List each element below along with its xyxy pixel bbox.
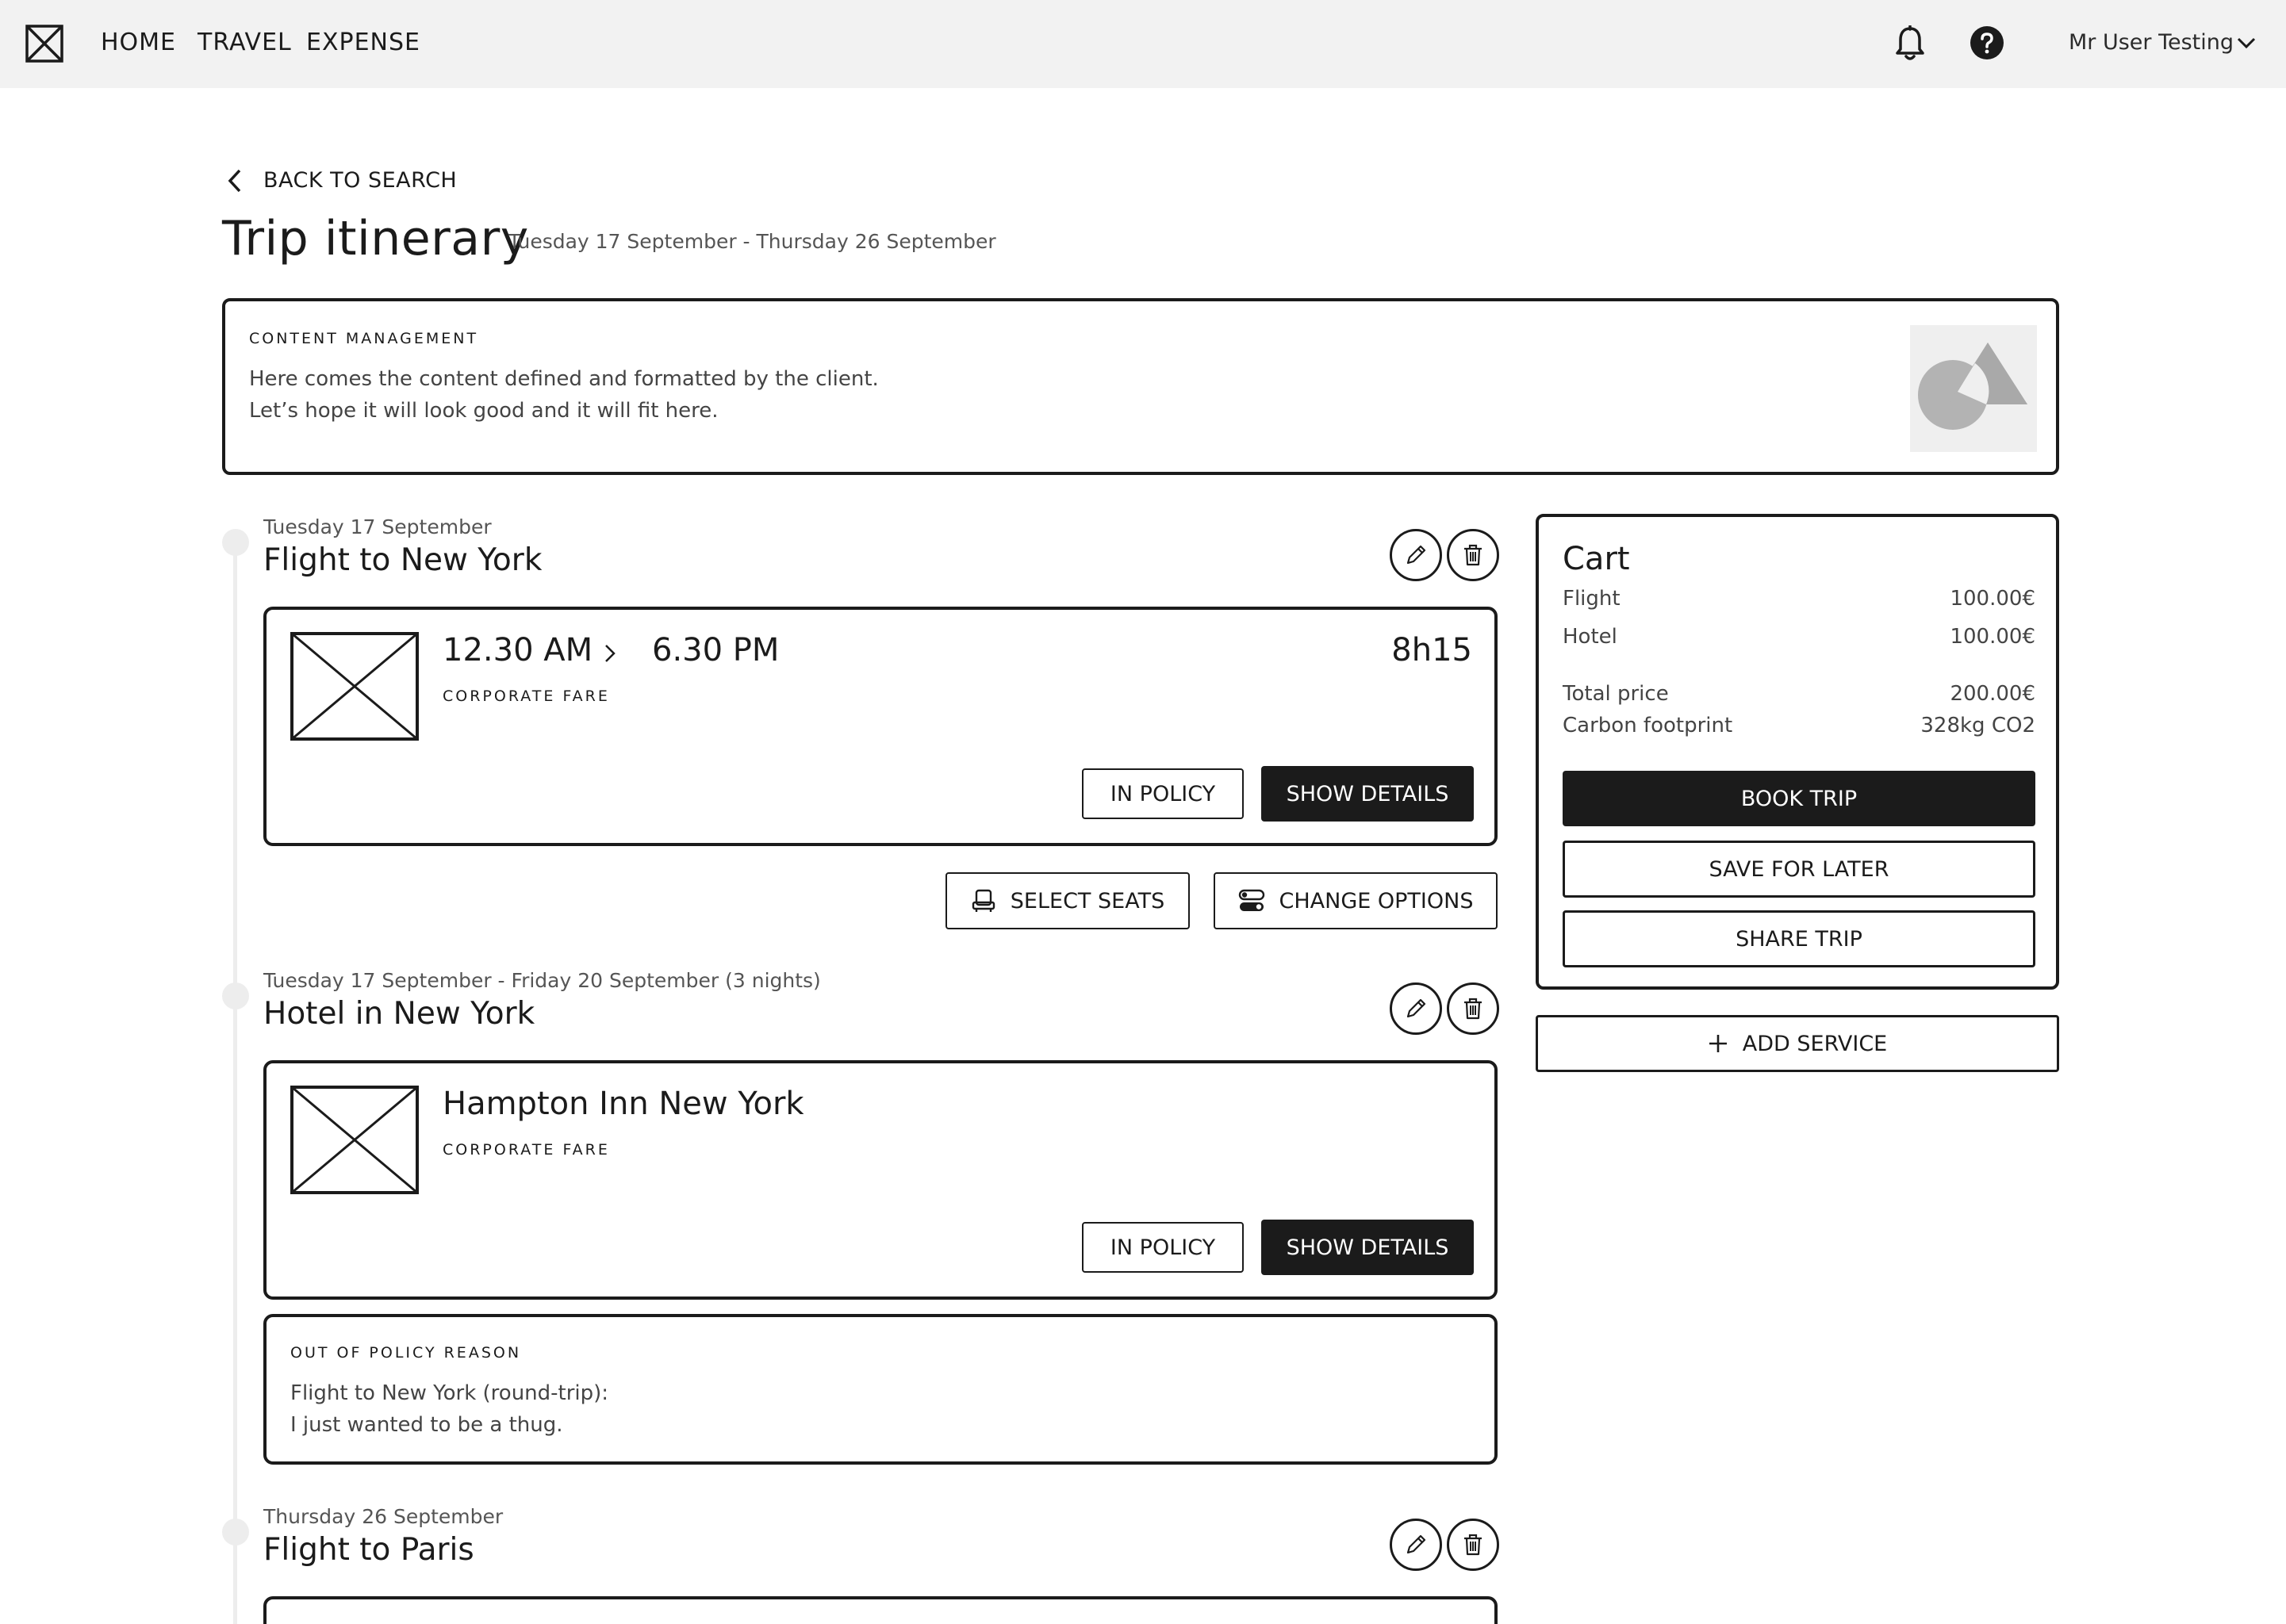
content-management-box: CONTENT MANAGEMENT Here comes the conten…	[222, 298, 2059, 475]
trash-icon	[1464, 998, 1482, 1020]
timeline-line	[233, 542, 237, 1624]
arrival-time: 6.30 PM	[652, 632, 780, 668]
cart-total-label: Total price	[1563, 682, 1669, 706]
segment-title: Flight to New York	[263, 542, 543, 578]
delete-segment-button[interactable]	[1447, 982, 1499, 1035]
flight-duration: 8h15	[1391, 632, 1472, 668]
top-navigation-bar: HOME TRAVEL EXPENSE Mr User Testing	[0, 0, 2286, 88]
bell-icon[interactable]	[1894, 25, 1926, 62]
logo-icon[interactable]	[25, 25, 63, 63]
segment-date: Tuesday 17 September - Friday 20 Septemb…	[263, 969, 821, 992]
delete-segment-button[interactable]	[1447, 529, 1499, 581]
nav-home[interactable]: HOME	[101, 29, 176, 56]
segment-title: Flight to Paris	[263, 1532, 474, 1568]
cart-line-price: 100.00€	[1950, 625, 2035, 649]
in-policy-badge[interactable]: IN POLICY	[1082, 1222, 1244, 1273]
chevron-right-icon	[605, 645, 616, 662]
seat-icon	[972, 889, 995, 912]
cart-carbon-value: 328kg CO2	[1920, 714, 2035, 737]
add-service-label: ADD SERVICE	[1742, 1031, 1888, 1056]
share-trip-button[interactable]: SHARE TRIP	[1563, 910, 2035, 967]
cart-carbon-label: Carbon footprint	[1563, 714, 1733, 737]
back-to-search-label: BACK TO SEARCH	[263, 168, 458, 193]
show-details-button[interactable]: SHOW DETAILS	[1261, 766, 1474, 822]
trip-dates: Tuesday 17 September - Thursday 26 Septe…	[508, 230, 996, 253]
nav-expense[interactable]: EXPENSE	[306, 29, 420, 56]
edit-segment-button[interactable]	[1390, 982, 1442, 1035]
flight-card	[263, 1596, 1498, 1624]
fare-type: CORPORATE FARE	[443, 1141, 610, 1159]
save-for-later-button[interactable]: SAVE FOR LATER	[1563, 841, 2035, 898]
in-policy-badge[interactable]: IN POLICY	[1082, 768, 1244, 819]
cart-title: Cart	[1563, 541, 1630, 577]
cart-line-label: Flight	[1563, 587, 1621, 611]
out-of-policy-line: I just wanted to be a thug.	[290, 1413, 563, 1437]
out-of-policy-line: Flight to New York (round-trip):	[290, 1381, 609, 1405]
content-management-text: Here comes the content defined and forma…	[249, 363, 879, 427]
cart-total-price: 200.00€	[1950, 682, 2035, 706]
help-icon[interactable]	[1970, 26, 2004, 59]
user-menu[interactable]: Mr User Testing	[2069, 30, 2234, 55]
add-service-button[interactable]: ADD SERVICE	[1536, 1015, 2059, 1072]
show-details-button[interactable]: SHOW DETAILS	[1261, 1220, 1474, 1275]
shapes-icon	[1918, 343, 2027, 430]
segment-title: Hotel in New York	[263, 996, 535, 1032]
pencil-icon	[1406, 545, 1426, 565]
book-trip-button[interactable]: BOOK TRIP	[1563, 771, 2035, 826]
cart-line-label: Hotel	[1563, 625, 1617, 649]
timeline-dot	[222, 529, 249, 556]
cart-panel: Cart Flight 100.00€ Hotel 100.00€ Total …	[1536, 514, 2059, 990]
timeline-dot	[222, 982, 249, 1009]
out-of-policy-label: OUT OF POLICY REASON	[290, 1344, 522, 1362]
content-management-line: Let’s hope it will look good and it will…	[249, 399, 719, 423]
hotel-name: Hampton Inn New York	[443, 1086, 804, 1122]
cart-line-price: 100.00€	[1950, 587, 2035, 611]
toggle-options-icon	[1238, 889, 1264, 911]
pencil-icon	[1406, 1534, 1426, 1554]
image-placeholder-icon	[290, 1086, 419, 1194]
image-placeholder-icon	[1910, 325, 2037, 452]
trash-icon	[1464, 1534, 1482, 1556]
trash-icon	[1464, 544, 1482, 566]
pencil-icon	[1406, 998, 1426, 1018]
delete-segment-button[interactable]	[1447, 1519, 1499, 1571]
content-management-line: Here comes the content defined and forma…	[249, 367, 879, 391]
fare-type: CORPORATE FARE	[443, 688, 610, 705]
select-seats-label: SELECT SEATS	[1010, 888, 1165, 914]
segment-date: Thursday 26 September	[263, 1505, 504, 1528]
out-of-policy-text: Flight to New York (round-trip): I just …	[290, 1377, 608, 1441]
change-options-label: CHANGE OPTIONS	[1279, 888, 1474, 914]
page-title: Trip itinerary	[222, 211, 529, 266]
change-options-button[interactable]: CHANGE OPTIONS	[1214, 872, 1498, 929]
out-of-policy-reason-box: OUT OF POLICY REASON Flight to New York …	[263, 1314, 1498, 1465]
plus-icon	[1709, 1035, 1727, 1052]
image-placeholder-icon	[290, 632, 419, 741]
select-seats-button[interactable]: SELECT SEATS	[945, 872, 1190, 929]
segment-date: Tuesday 17 September	[263, 515, 492, 538]
edit-segment-button[interactable]	[1390, 529, 1442, 581]
flight-card: 12.30 AM 6.30 PM 8h15 CORPORATE FARE IN …	[263, 607, 1498, 846]
chevron-left-icon	[228, 169, 241, 193]
chevron-down-icon[interactable]	[2237, 36, 2256, 49]
content-management-label: CONTENT MANAGEMENT	[249, 330, 479, 347]
departure-time: 12.30 AM	[443, 632, 593, 668]
edit-segment-button[interactable]	[1390, 1519, 1442, 1571]
nav-travel[interactable]: TRAVEL	[198, 29, 292, 56]
timeline-dot	[222, 1519, 249, 1545]
hotel-card: Hampton Inn New York CORPORATE FARE IN P…	[263, 1060, 1498, 1300]
